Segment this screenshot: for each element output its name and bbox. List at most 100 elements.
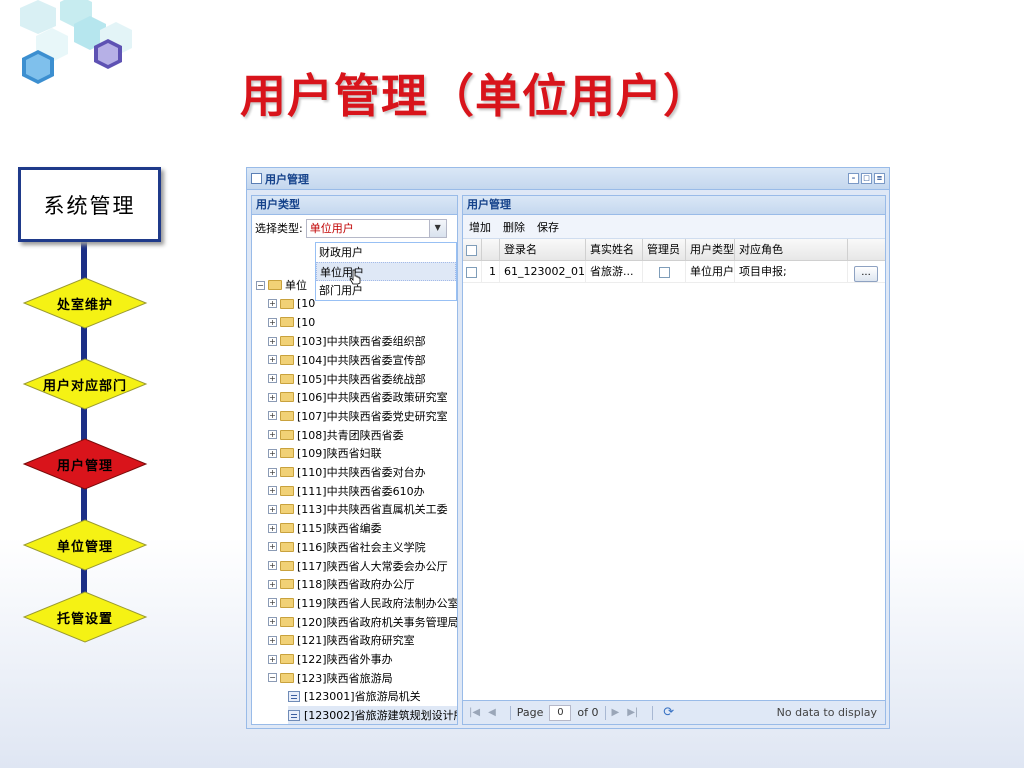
folder-icon bbox=[280, 392, 294, 403]
collapse-icon[interactable]: − bbox=[268, 673, 277, 683]
folder-icon bbox=[280, 467, 294, 477]
expand-icon[interactable]: + bbox=[268, 579, 277, 589]
more-button[interactable]: ... bbox=[854, 266, 878, 282]
cell-role: 项目申报; bbox=[735, 261, 848, 282]
tree-node[interactable]: + [122]陕西省外事办 bbox=[268, 650, 393, 668]
slide-title: 用户管理（单位用户） bbox=[240, 69, 710, 123]
next-page-icon[interactable]: ▶ bbox=[612, 707, 620, 718]
tree-node[interactable]: + [113]中共陕西省直属机关工委 bbox=[268, 500, 448, 518]
tree-node[interactable]: + [10 bbox=[268, 295, 315, 313]
expand-icon[interactable]: + bbox=[268, 635, 277, 645]
expand-icon[interactable]: + bbox=[268, 486, 277, 496]
tree-node[interactable]: + [111]中共陕西省委610办 bbox=[268, 482, 425, 500]
column-header[interactable]: 登录名 bbox=[500, 239, 586, 260]
expand-icon[interactable]: + bbox=[268, 299, 277, 309]
expand-icon[interactable]: + bbox=[268, 392, 277, 402]
flow-step-user-dept: 用户对应部门 bbox=[22, 358, 148, 410]
tree-node[interactable]: + [117]陕西省人大常委会办公厅 bbox=[268, 557, 448, 575]
page-input[interactable]: 0 bbox=[549, 704, 572, 721]
folder-icon bbox=[280, 579, 294, 590]
tree-node-label: [120]陕西省政府机关事务管理局 bbox=[297, 615, 458, 629]
tree-node[interactable]: + [115]陕西省编委 bbox=[268, 519, 382, 537]
tree-node-label: [115]陕西省编委 bbox=[297, 522, 382, 536]
tree-node[interactable]: + [108]共青团陕西省委 bbox=[268, 426, 404, 444]
expand-icon[interactable]: + bbox=[268, 467, 277, 477]
no-data-text: No data to display bbox=[776, 706, 877, 719]
expand-icon[interactable]: + bbox=[268, 317, 277, 327]
column-header[interactable]: 真实姓名 bbox=[586, 239, 643, 260]
expand-icon[interactable]: + bbox=[268, 542, 277, 552]
tree-node-label: [10 bbox=[297, 297, 316, 311]
tree-node-label: [116]陕西省社会主义学院 bbox=[297, 540, 426, 554]
folder-icon bbox=[280, 336, 294, 347]
expand-icon[interactable]: + bbox=[268, 654, 277, 664]
folder-icon bbox=[280, 635, 294, 646]
column-header[interactable]: 用户类型 bbox=[686, 239, 735, 260]
tree-node-label: [106]中共陕西省委政策研究室 bbox=[297, 391, 448, 405]
tree-leaf-node[interactable]: [123001]省旅游局机关 bbox=[288, 687, 421, 705]
tree-node[interactable]: + [106]中共陕西省委政策研究室 bbox=[268, 388, 448, 406]
tree-node[interactable]: + [119]陕西省人民政府法制办公室 bbox=[268, 594, 457, 612]
column-header[interactable]: 对应角色 bbox=[735, 239, 848, 260]
expand-icon[interactable]: + bbox=[268, 374, 277, 383]
select-all-checkbox[interactable] bbox=[466, 244, 477, 256]
dropdown-option[interactable]: 财政用户 bbox=[316, 243, 456, 262]
expand-icon[interactable]: + bbox=[268, 617, 277, 627]
dropdown-option-selected[interactable]: 单位用户 bbox=[316, 262, 456, 281]
tree-node[interactable]: + [104]中共陕西省委宣传部 bbox=[268, 351, 426, 369]
first-page-icon[interactable]: |◀ bbox=[469, 707, 480, 718]
tree-node[interactable]: + [103]中共陕西省委组织部 bbox=[268, 332, 426, 350]
expand-icon[interactable]: + bbox=[268, 448, 277, 458]
expand-icon[interactable]: + bbox=[268, 598, 277, 608]
document-icon bbox=[288, 690, 300, 702]
tree-node[interactable]: + [110]中共陕西省委对台办 bbox=[268, 463, 426, 481]
row-checkbox[interactable] bbox=[466, 266, 477, 278]
page-label: Page bbox=[516, 706, 544, 719]
page-of-label: of 0 bbox=[577, 706, 599, 719]
minimize-icon[interactable]: – bbox=[848, 173, 859, 184]
tree-node-label: [118]陕西省政府办公厅 bbox=[297, 578, 415, 592]
expand-icon[interactable]: + bbox=[268, 504, 277, 514]
last-page-icon[interactable]: ▶| bbox=[627, 707, 638, 718]
tree-node[interactable]: − [123]陕西省旅游局 bbox=[268, 669, 393, 687]
flow-step-label: 单位管理 bbox=[56, 539, 113, 555]
tree-node[interactable]: + [107]中共陕西省委党史研究室 bbox=[268, 407, 448, 425]
cell-login: 61_123002_01 bbox=[500, 261, 586, 282]
tree-leaf-node[interactable]: [123002]省旅游建筑规划设计所 bbox=[288, 706, 457, 724]
maximize-icon[interactable]: □ bbox=[861, 173, 872, 184]
folder-icon bbox=[280, 523, 294, 534]
hand-cursor-icon bbox=[349, 269, 361, 285]
folder-icon bbox=[280, 298, 294, 309]
expand-icon[interactable]: + bbox=[268, 430, 277, 440]
column-header[interactable]: 管理员 bbox=[643, 239, 686, 260]
expand-icon[interactable]: + bbox=[268, 523, 277, 533]
tree-node[interactable]: + [120]陕西省政府机关事务管理局 bbox=[268, 613, 458, 631]
folder-icon bbox=[280, 597, 294, 608]
expand-icon[interactable]: + bbox=[268, 336, 277, 346]
folder-icon bbox=[280, 373, 294, 384]
admin-checkbox[interactable] bbox=[658, 266, 670, 278]
dropdown-option[interactable]: 部门用户 bbox=[316, 281, 456, 300]
save-button[interactable]: 保存 bbox=[537, 219, 559, 235]
tree-node-label: [123002]省旅游建筑规划设计所 bbox=[304, 707, 457, 724]
user-type-select[interactable]: 单位用户 ▼ bbox=[305, 218, 447, 238]
expand-icon[interactable]: + bbox=[268, 355, 277, 365]
tree-node[interactable]: + [116]陕西省社会主义学院 bbox=[268, 538, 426, 556]
expand-icon[interactable]: + bbox=[268, 561, 277, 570]
refresh-icon[interactable]: ⟳ bbox=[663, 705, 674, 720]
tree-node[interactable]: + [121]陕西省政府研究室 bbox=[268, 631, 415, 649]
list-icon[interactable]: ≡ bbox=[874, 173, 885, 184]
tree-node[interactable]: + [105]中共陕西省委统战部 bbox=[268, 370, 426, 388]
tree-node[interactable]: + [118]陕西省政府办公厅 bbox=[268, 575, 415, 593]
collapse-icon[interactable]: − bbox=[256, 280, 265, 290]
tree-node[interactable]: − 单位 bbox=[256, 276, 307, 294]
chevron-down-icon[interactable]: ▼ bbox=[428, 219, 446, 237]
prev-page-icon[interactable]: ◀ bbox=[488, 707, 496, 718]
expand-icon[interactable]: + bbox=[268, 411, 277, 421]
tree-node[interactable]: + [109]陕西省妇联 bbox=[268, 444, 382, 462]
user-type-panel: 用户类型 选择类型: 单位用户 ▼ 财政用户 单位用户 部门用户 − 单位 + [10… bbox=[251, 195, 458, 725]
table-row[interactable]: 1 61_123002_01 省旅游... 单位用户 项目申报; ... bbox=[463, 261, 885, 283]
tree-node[interactable]: + [10 bbox=[268, 313, 315, 331]
add-button[interactable]: 增加 bbox=[469, 219, 491, 235]
delete-button[interactable]: 删除 bbox=[503, 219, 525, 235]
